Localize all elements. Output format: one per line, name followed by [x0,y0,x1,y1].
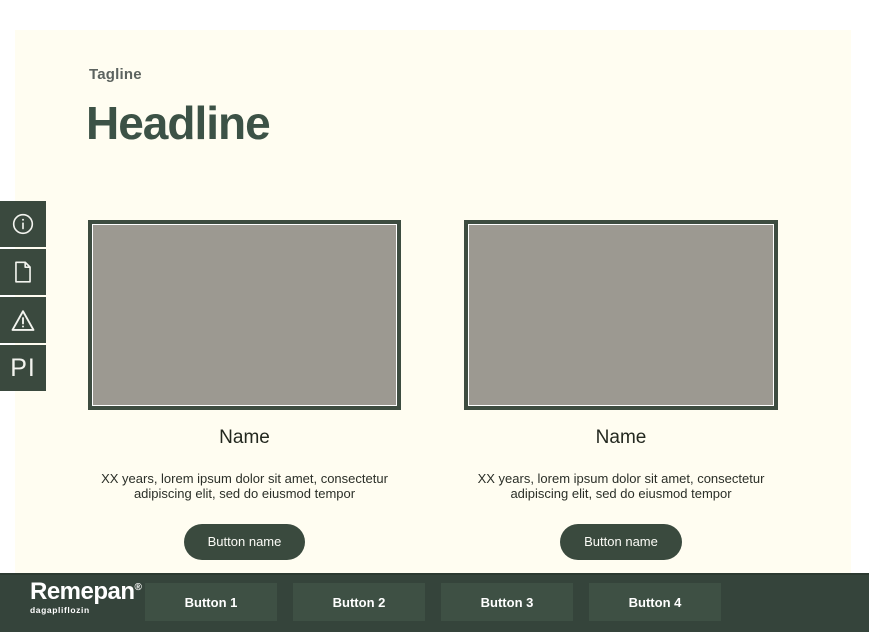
footer-button-1[interactable]: Button 1 [145,583,277,621]
warning-icon [9,306,37,334]
brand-logo: Remepan® dagapliflozin [30,580,141,615]
tagline: Tagline [89,66,142,83]
card-action-button[interactable]: Button name [560,524,682,560]
brand-subtitle: dagapliflozin [30,606,141,615]
pi-label: PI [10,354,36,383]
footer-nav: Button 1 Button 2 Button 3 Button 4 [145,583,721,621]
registered-mark: ® [135,582,142,593]
brand-name: Remepan® [30,580,141,604]
image-placeholder [464,220,778,410]
card: Name XX years, lorem ipsum dolor sit ame… [88,220,401,560]
footer: Remepan® dagapliflozin Button 1 Button 2… [0,573,869,632]
card: Name XX years, lorem ipsum dolor sit ame… [464,220,778,560]
image-placeholder [88,220,401,410]
document-icon [10,259,36,285]
info-icon [10,211,36,237]
footer-button-4[interactable]: Button 4 [589,583,721,621]
footer-button-2[interactable]: Button 2 [293,583,425,621]
sidebar-item-warning[interactable] [0,297,46,343]
card-name: Name [88,427,401,449]
sidebar-item-info[interactable] [0,201,46,247]
page: Tagline Headline [0,0,869,632]
card-action-button[interactable]: Button name [184,524,306,560]
sidebar-item-document[interactable] [0,249,46,295]
card-description: XX years, lorem ipsum dolor sit amet, co… [464,471,778,502]
page-title: Headline [86,96,270,150]
sidebar-item-pi[interactable]: PI [0,345,46,391]
footer-button-3[interactable]: Button 3 [441,583,573,621]
card-name: Name [464,427,778,449]
card-description: XX years, lorem ipsum dolor sit amet, co… [88,471,401,502]
sidebar: PI [0,201,46,391]
